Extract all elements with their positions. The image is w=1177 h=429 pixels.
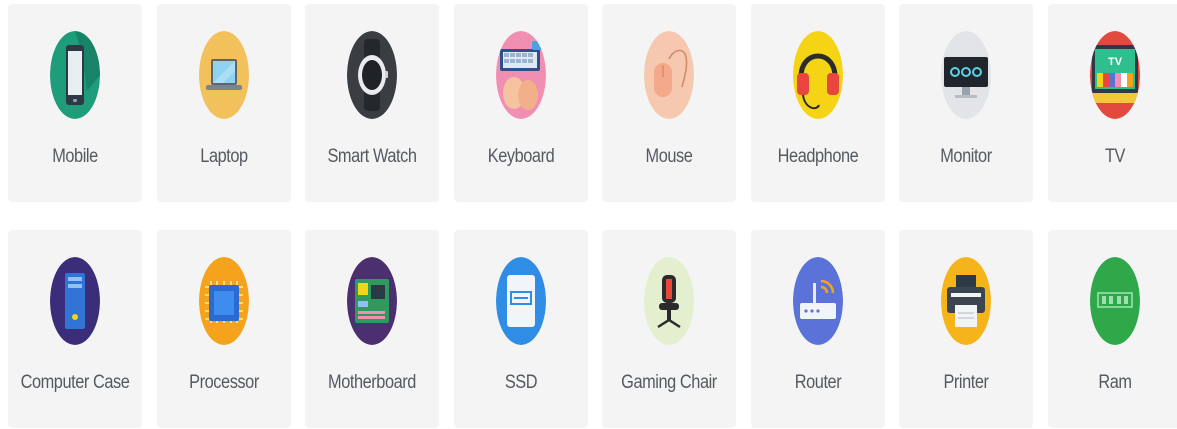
processor-icon [198,257,249,345]
svg-text:TV: TV [1107,56,1122,68]
category-label: Motherboard [328,372,416,393]
category-tile-headphone[interactable]: Headphone [750,4,885,202]
category-label: Mobile [52,146,98,167]
smart-watch-icon [347,31,397,119]
category-tile-ram[interactable]: Ram [1047,230,1177,428]
tv-icon: TV [1089,31,1140,119]
category-tile-gaming-chair[interactable]: Gaming Chair [602,230,736,428]
ssd-icon [495,257,546,345]
category-label: Processor [188,372,259,393]
category-tile-monitor[interactable]: Monitor [899,4,1033,202]
category-label: Headphone [777,146,858,167]
category-label: Laptop [199,146,248,167]
monitor-icon [941,31,991,119]
category-tile-mouse[interactable]: Mouse [602,4,736,202]
mouse-icon [644,31,694,119]
category-grid: Mobile Laptop Smart Watch Keyboard Mouse… [8,4,1177,428]
category-tile-processor[interactable]: Processor [156,230,291,428]
category-tile-mobile[interactable]: Mobile [8,4,142,202]
laptop-icon [198,31,249,119]
category-label: Ram [1097,372,1132,393]
category-tile-keyboard[interactable]: Keyboard [453,4,588,202]
keyboard-icon [495,31,546,119]
category-label: Router [794,372,841,393]
mobile-icon [50,31,100,119]
gaming-chair-icon [644,257,694,345]
category-label: Printer [943,372,989,393]
category-tile-tv[interactable]: TV TV [1047,4,1177,202]
category-tile-laptop[interactable]: Laptop [156,4,291,202]
motherboard-icon [347,257,397,345]
category-label: Gaming Chair [621,372,717,393]
router-icon [792,257,843,345]
category-tile-smart-watch[interactable]: Smart Watch [305,4,439,202]
headphone-icon [792,31,843,119]
category-tile-ssd[interactable]: SSD [453,230,588,428]
category-label: SSD [504,372,537,393]
category-tile-router[interactable]: Router [750,230,885,428]
category-label: Monitor [940,146,992,167]
category-label: TV [1104,146,1125,167]
printer-icon [941,257,991,345]
category-label: Keyboard [487,146,554,167]
category-tile-printer[interactable]: Printer [899,230,1033,428]
category-label: Computer Case [20,372,130,393]
computer-case-icon [50,257,100,345]
category-label: Smart Watch [327,146,417,167]
category-tile-computer-case[interactable]: Computer Case [8,230,142,428]
category-tile-motherboard[interactable]: Motherboard [305,230,439,428]
category-label: Mouse [645,146,693,167]
ram-icon [1089,257,1140,345]
